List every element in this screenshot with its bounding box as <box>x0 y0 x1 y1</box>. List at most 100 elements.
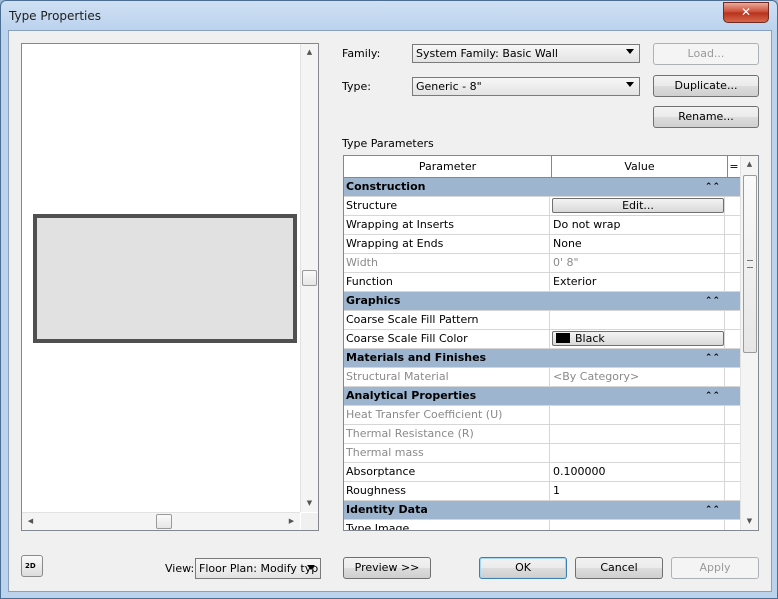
parameter-name: Coarse Scale Fill Color <box>344 330 550 348</box>
scroll-right-arrow-icon[interactable]: ▶ <box>283 513 300 530</box>
parameter-row[interactable]: Thermal mass <box>344 444 740 463</box>
view-label: View: <box>165 562 195 575</box>
parameter-row[interactable]: Function Exterior <box>344 273 740 292</box>
fill-color-button[interactable]: Black <box>552 331 724 346</box>
group-header[interactable]: Construction ⌃⌃ <box>344 178 740 197</box>
view-dropdown[interactable]: Floor Plan: Modify typ <box>195 558 321 579</box>
column-header-value[interactable]: Value <box>552 156 728 177</box>
parameter-value[interactable]: None <box>551 235 725 253</box>
collapse-chevron-icon[interactable]: ⌃⌃ <box>705 387 720 405</box>
vertical-scroll-thumb[interactable] <box>302 270 317 286</box>
parameter-value[interactable] <box>551 444 725 462</box>
parameter-row[interactable]: Structural Material <By Category> <box>344 368 740 387</box>
chevron-down-icon <box>626 82 634 87</box>
parameter-value[interactable] <box>551 520 725 530</box>
parameter-value[interactable]: 1 <box>551 482 725 500</box>
parameter-value[interactable]: 0' 8" <box>551 254 725 272</box>
parameter-value[interactable]: 0.100000 <box>551 463 725 481</box>
wall-preview-shape <box>33 214 297 343</box>
horizontal-scroll-thumb[interactable] <box>156 514 172 529</box>
preview-button[interactable]: Preview >> <box>343 557 431 579</box>
close-button[interactable]: ✕ <box>723 2 769 23</box>
parameter-row[interactable]: Type Image <box>344 520 740 530</box>
view-value: Floor Plan: Modify typ <box>199 562 319 575</box>
value-text: 1 <box>553 484 560 497</box>
parameter-name: Heat Transfer Coefficient (U) <box>344 406 550 424</box>
ok-button[interactable]: OK <box>479 557 567 579</box>
type-dropdown[interactable]: Generic - 8" <box>412 77 640 96</box>
load-button[interactable]: Load... <box>653 43 759 65</box>
group-header[interactable]: Graphics ⌃⌃ <box>344 292 740 311</box>
grid-header: Parameter Value = <box>344 156 740 178</box>
apply-button[interactable]: Apply <box>671 557 759 579</box>
family-label: Family: <box>342 47 381 60</box>
collapse-chevron-icon[interactable]: ⌃⌃ <box>705 349 720 367</box>
grip-icon <box>747 260 753 268</box>
edit-structure-button[interactable]: Edit... <box>552 198 724 213</box>
scroll-left-arrow-icon[interactable]: ◀ <box>22 513 39 530</box>
color-name: Black <box>575 332 605 345</box>
column-header-parameter[interactable]: Parameter <box>344 156 552 177</box>
parameter-row[interactable]: Absorptance 0.100000 <box>344 463 740 482</box>
value-text: <By Category> <box>553 370 640 383</box>
collapse-chevron-icon[interactable]: ⌃⌃ <box>705 501 720 519</box>
scroll-down-arrow-icon[interactable]: ▼ <box>301 495 318 512</box>
parameter-row[interactable]: Roughness 1 <box>344 482 740 501</box>
dialog-body: ▲ ▼ ◀ ▶ Family: System Family: Basic Wal… <box>8 30 772 592</box>
parameter-value[interactable]: Do not wrap <box>551 216 725 234</box>
group-title: Materials and Finishes <box>346 351 487 364</box>
collapse-chevron-icon[interactable]: ⌃⌃ <box>705 292 720 310</box>
parameter-value[interactable]: Exterior <box>551 273 725 291</box>
parameter-row[interactable]: Structure Edit... <box>344 197 740 216</box>
parameter-value[interactable] <box>551 406 725 424</box>
parameter-name: Structure <box>344 197 550 215</box>
type-label: Type: <box>342 80 371 93</box>
preview-canvas[interactable] <box>22 44 300 512</box>
parameter-value[interactable] <box>551 425 725 443</box>
value-text: None <box>553 237 582 250</box>
parameter-row[interactable]: Width 0' 8" <box>344 254 740 273</box>
parameter-name: Coarse Scale Fill Pattern <box>344 311 550 329</box>
parameter-row[interactable]: Coarse Scale Fill Color Black <box>344 330 740 349</box>
close-icon: ✕ <box>740 5 752 19</box>
parameter-name: Roughness <box>344 482 550 500</box>
parameter-name: Wrapping at Ends <box>344 235 550 253</box>
scroll-up-arrow-icon[interactable]: ▲ <box>741 156 758 173</box>
group-header[interactable]: Analytical Properties ⌃⌃ <box>344 387 740 406</box>
scroll-down-arrow-icon[interactable]: ▼ <box>741 513 758 530</box>
preview-horizontal-scrollbar[interactable]: ◀ ▶ <box>22 512 300 530</box>
duplicate-button[interactable]: Duplicate... <box>653 75 759 97</box>
preview-vertical-scrollbar[interactable]: ▲ ▼ <box>300 44 318 512</box>
family-dropdown[interactable]: System Family: Basic Wall <box>412 44 640 63</box>
grid-scroll-thumb[interactable] <box>743 175 757 353</box>
parameter-value[interactable] <box>551 311 725 329</box>
grid-vertical-scrollbar[interactable]: ▲ ▼ <box>740 156 758 530</box>
scroll-up-arrow-icon[interactable]: ▲ <box>301 44 318 61</box>
chevron-down-icon <box>307 565 315 570</box>
type-value: Generic - 8" <box>416 80 482 93</box>
parameter-row[interactable]: Coarse Scale Fill Pattern <box>344 311 740 330</box>
value-text: 0' 8" <box>553 256 579 269</box>
parameter-row[interactable]: Wrapping at Ends None <box>344 235 740 254</box>
parameter-row[interactable]: Thermal Resistance (R) <box>344 425 740 444</box>
rename-button[interactable]: Rename... <box>653 106 759 128</box>
cancel-button[interactable]: Cancel <box>575 557 663 579</box>
parameter-value[interactable]: Edit... <box>551 197 725 215</box>
group-title: Graphics <box>346 294 401 307</box>
parameter-value[interactable]: <By Category> <box>551 368 725 386</box>
grid-body: Construction ⌃⌃ Structure Edit... Wrapping a… <box>344 178 740 530</box>
title-bar[interactable]: Type Properties ✕ <box>1 1 777 31</box>
parameter-row[interactable]: Wrapping at Inserts Do not wrap <box>344 216 740 235</box>
parameter-value[interactable]: Black <box>551 330 725 348</box>
column-header-sort[interactable]: = <box>728 156 740 177</box>
group-header[interactable]: Identity Data ⌃⌃ <box>344 501 740 520</box>
parameter-name: Absorptance <box>344 463 550 481</box>
family-value: System Family: Basic Wall <box>416 47 558 60</box>
group-header[interactable]: Materials and Finishes ⌃⌃ <box>344 349 740 368</box>
value-text: 0.100000 <box>553 465 606 478</box>
collapse-chevron-icon[interactable]: ⌃⌃ <box>705 178 720 196</box>
view-2d-icon[interactable]: 2D <box>21 555 43 577</box>
group-title: Analytical Properties <box>346 389 477 402</box>
parameter-name: Thermal mass <box>344 444 550 462</box>
parameter-row[interactable]: Heat Transfer Coefficient (U) <box>344 406 740 425</box>
